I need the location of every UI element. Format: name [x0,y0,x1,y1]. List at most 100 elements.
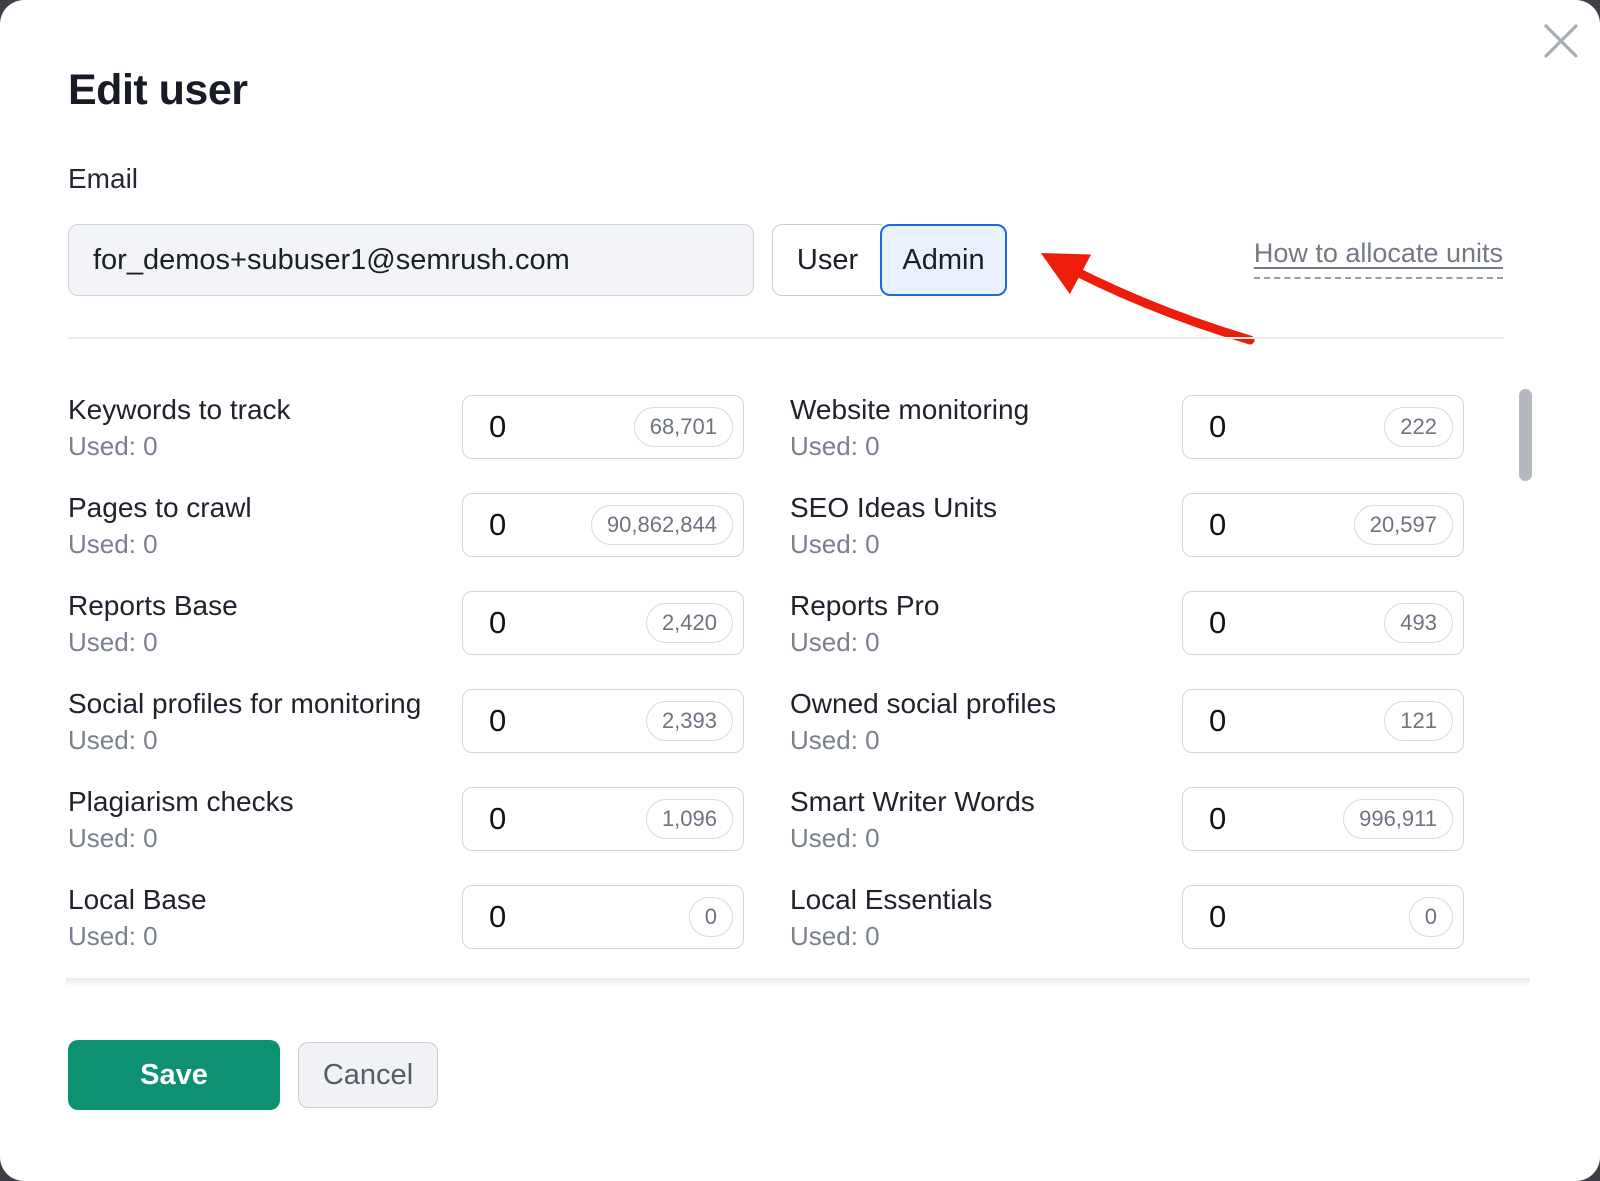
red-arrow-annotation [1000,228,1270,353]
role-toggle-user[interactable]: User [772,224,882,296]
unit-allocation-field: 1,096 [462,787,744,851]
unit-label: Plagiarism checks [68,784,294,819]
unit-used-count: Used: 0 [790,626,939,658]
unit-used-count: Used: 0 [68,626,238,658]
unit-value-input[interactable] [489,801,646,837]
unit-used-count: Used: 0 [68,724,421,756]
unit-allocation-field: 68,701 [462,395,744,459]
scroll-bottom-shadow [66,978,1530,986]
unit-allocation-field: 222 [1182,395,1464,459]
role-toggle-admin[interactable]: Admin [880,224,1007,296]
unit-row: SEO Ideas Units Used: 0 20,597 [790,493,1464,557]
header-divider [68,337,1504,339]
unit-row: Local Essentials Used: 0 0 [790,885,1464,949]
unit-limit-badge: 20,597 [1354,505,1453,545]
unit-label: Local Essentials [790,882,992,917]
unit-used-count: Used: 0 [68,920,207,952]
unit-label: SEO Ideas Units [790,490,997,525]
unit-row: Plagiarism checks Used: 0 1,096 [68,787,744,851]
unit-allocation-field: 493 [1182,591,1464,655]
unit-used-count: Used: 0 [68,430,291,462]
unit-value-input[interactable] [489,507,591,543]
unit-label: Keywords to track [68,392,291,427]
cancel-button[interactable]: Cancel [298,1042,438,1108]
units-column-left: Keywords to track Used: 0 68,701 Pages t… [68,395,744,983]
unit-row: Pages to crawl Used: 0 90,862,844 [68,493,744,557]
unit-allocation-field: 0 [1182,885,1464,949]
unit-value-input[interactable] [1209,899,1409,935]
unit-label: Smart Writer Words [790,784,1035,819]
unit-allocation-field: 996,911 [1182,787,1464,851]
unit-used-count: Used: 0 [790,920,992,952]
unit-meta: Smart Writer Words Used: 0 [790,784,1035,854]
unit-allocation-field: 0 [462,885,744,949]
unit-meta: Pages to crawl Used: 0 [68,490,252,560]
unit-limit-badge: 2,420 [646,603,733,643]
unit-row: Social profiles for monitoring Used: 0 2… [68,689,744,753]
unit-limit-badge: 493 [1384,603,1453,643]
unit-limit-badge: 121 [1384,701,1453,741]
unit-row: Smart Writer Words Used: 0 996,911 [790,787,1464,851]
unit-row: Reports Base Used: 0 2,420 [68,591,744,655]
dialog-title: Edit user [68,66,248,115]
unit-used-count: Used: 0 [68,528,252,560]
unit-meta: SEO Ideas Units Used: 0 [790,490,997,560]
save-button[interactable]: Save [68,1040,280,1110]
unit-meta: Local Essentials Used: 0 [790,882,992,952]
unit-label: Pages to crawl [68,490,252,525]
units-grid: Keywords to track Used: 0 68,701 Pages t… [68,381,1464,983]
unit-value-input[interactable] [1209,703,1384,739]
unit-limit-badge: 2,393 [646,701,733,741]
unit-meta: Owned social profiles Used: 0 [790,686,1056,756]
unit-row: Website monitoring Used: 0 222 [790,395,1464,459]
unit-used-count: Used: 0 [790,724,1056,756]
unit-label: Reports Pro [790,588,939,623]
unit-value-input[interactable] [1209,801,1343,837]
unit-limit-badge: 90,862,844 [591,505,733,545]
email-label: Email [68,163,138,195]
unit-label: Local Base [68,882,207,917]
unit-row: Reports Pro Used: 0 493 [790,591,1464,655]
unit-row: Local Base Used: 0 0 [68,885,744,949]
unit-limit-badge: 0 [1409,897,1453,937]
unit-label: Owned social profiles [790,686,1056,721]
unit-used-count: Used: 0 [790,430,1029,462]
unit-limit-badge: 1,096 [646,799,733,839]
unit-used-count: Used: 0 [68,822,294,854]
unit-meta: Social profiles for monitoring Used: 0 [68,686,421,756]
unit-value-input[interactable] [489,409,634,445]
role-toggle: User Admin [772,224,1007,296]
unit-value-input[interactable] [1209,409,1384,445]
unit-meta: Keywords to track Used: 0 [68,392,291,462]
unit-limit-badge: 0 [689,897,733,937]
unit-value-input[interactable] [489,703,646,739]
unit-row: Keywords to track Used: 0 68,701 [68,395,744,459]
unit-allocation-field: 2,420 [462,591,744,655]
unit-allocation-field: 20,597 [1182,493,1464,557]
unit-limit-badge: 996,911 [1343,799,1453,839]
unit-limit-badge: 222 [1384,407,1453,447]
unit-value-input[interactable] [489,899,689,935]
unit-label: Social profiles for monitoring [68,686,421,721]
unit-used-count: Used: 0 [790,822,1035,854]
unit-meta: Plagiarism checks Used: 0 [68,784,294,854]
unit-label: Reports Base [68,588,238,623]
unit-used-count: Used: 0 [790,528,997,560]
unit-value-input[interactable] [1209,507,1354,543]
unit-meta: Reports Base Used: 0 [68,588,238,658]
scrollbar-thumb[interactable] [1519,389,1532,481]
email-input[interactable] [68,224,754,296]
unit-limit-badge: 68,701 [634,407,733,447]
unit-label: Website monitoring [790,392,1029,427]
close-icon[interactable] [1540,20,1582,62]
unit-meta: Website monitoring Used: 0 [790,392,1029,462]
unit-meta: Local Base Used: 0 [68,882,207,952]
unit-value-input[interactable] [1209,605,1384,641]
unit-value-input[interactable] [489,605,646,641]
edit-user-dialog: Edit user Email User Admin How to alloca… [0,0,1600,1181]
how-to-allocate-units-link[interactable]: How to allocate units [1254,238,1503,279]
unit-meta: Reports Pro Used: 0 [790,588,939,658]
units-column-right: Website monitoring Used: 0 222 SEO Ideas… [790,395,1464,983]
unit-allocation-field: 121 [1182,689,1464,753]
unit-row: Owned social profiles Used: 0 121 [790,689,1464,753]
